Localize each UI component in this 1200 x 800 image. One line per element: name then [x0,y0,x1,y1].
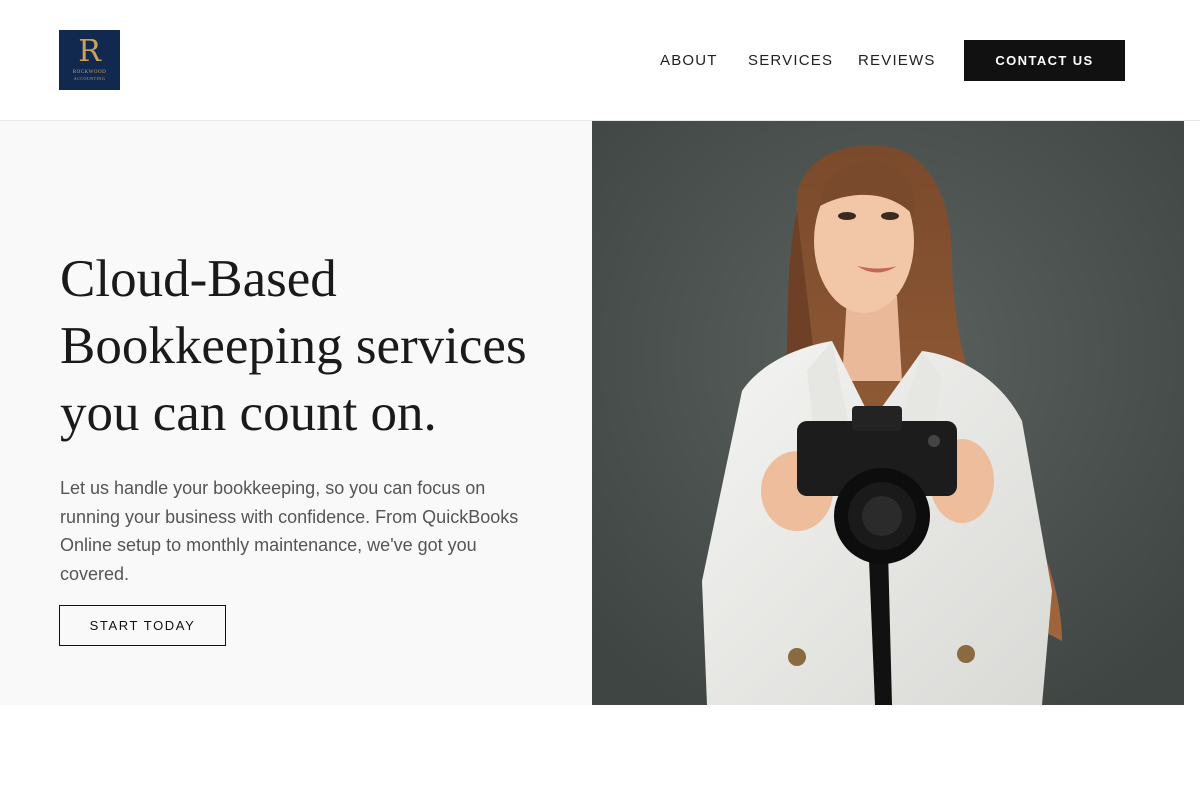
woman-with-camera-illustration [592,121,1184,705]
nav-reviews[interactable]: REVIEWS [858,52,936,69]
nav-about[interactable]: ABOUT [660,52,718,69]
site-header: R ROCKWOOD ACCOUNTING ABOUT SERVICES REV… [0,0,1200,121]
logo-subtitle: ACCOUNTING [73,76,106,81]
contact-us-button[interactable]: CONTACT US [964,40,1125,81]
hero-description: Let us handle your bookkeeping, so you c… [60,478,519,584]
start-today-button[interactable]: START TODAY [59,605,226,646]
hero-title: Cloud-Based Bookkeeping services you can… [60,246,560,447]
hero-title-line: Cloud-Based [60,250,337,308]
hero-title-line: you can count on. [60,384,437,442]
hero-photo [592,121,1184,705]
hero-title-line: Bookkeeping services [60,317,527,375]
logo[interactable]: R ROCKWOOD ACCOUNTING [59,30,120,90]
logo-letter: R [78,34,101,69]
nav-services[interactable]: SERVICES [748,52,833,69]
